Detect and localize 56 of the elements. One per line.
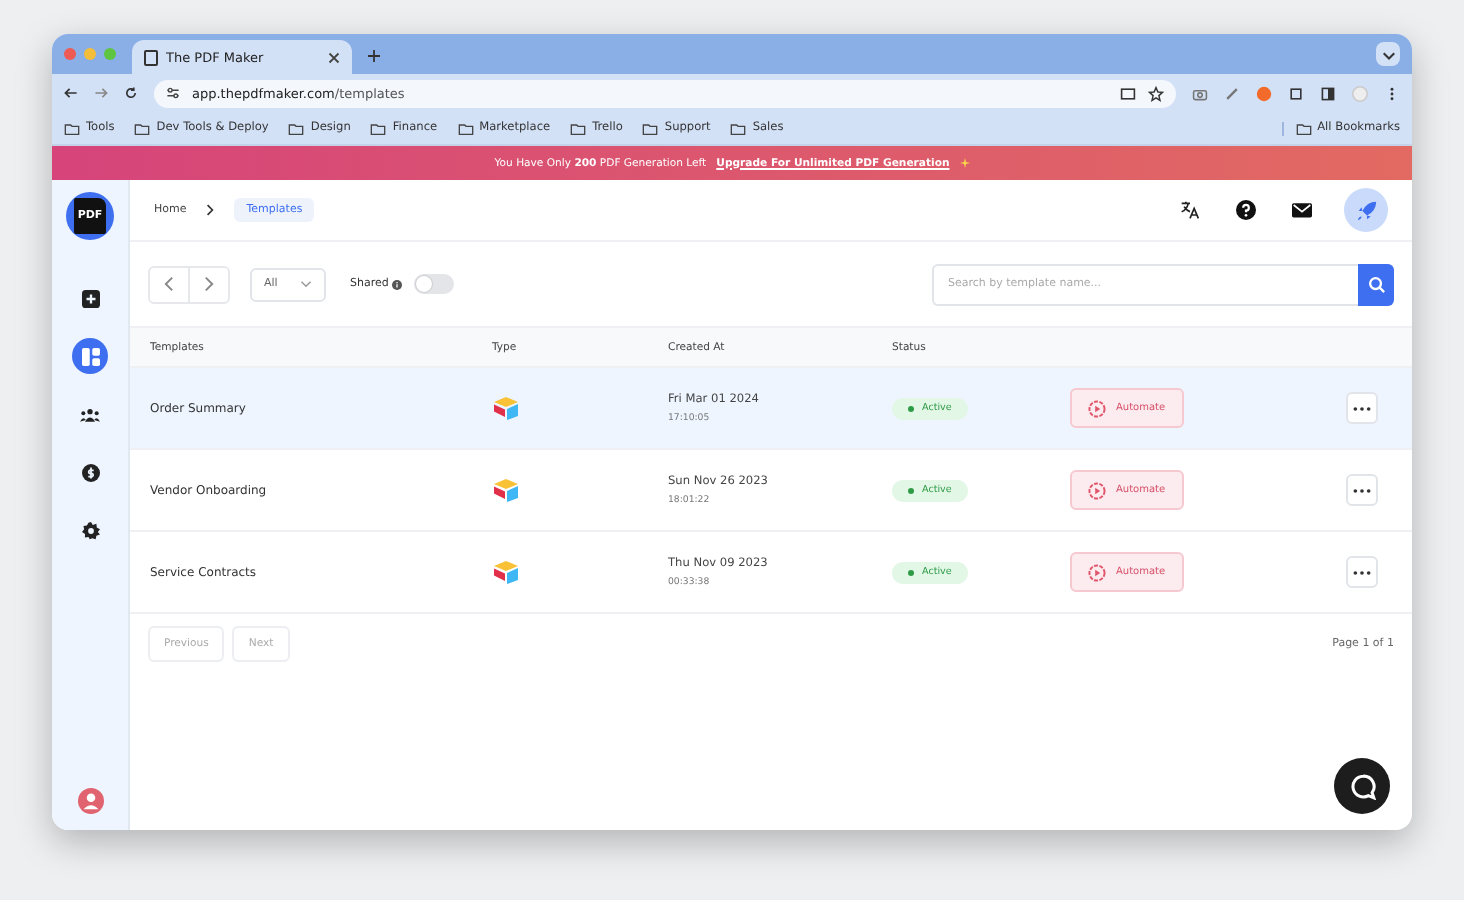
folder-icon <box>1295 121 1312 135</box>
back-icon[interactable] <box>64 86 78 100</box>
shared-toggle[interactable] <box>414 274 455 294</box>
chat-button[interactable] <box>1334 758 1390 814</box>
stacked-blocks-icon <box>492 478 520 502</box>
help-icon[interactable] <box>1236 200 1256 220</box>
folder-icon <box>570 121 587 135</box>
close-tab-icon[interactable] <box>328 51 340 63</box>
play-circle-icon <box>1088 563 1106 581</box>
people-icon <box>80 407 100 421</box>
folder-icon <box>370 121 387 135</box>
folder-icon <box>288 121 305 135</box>
translate-icon[interactable] <box>1180 200 1200 220</box>
stacked-blocks-icon <box>492 560 520 584</box>
ellipsis-icon <box>1352 487 1372 493</box>
camera-icon[interactable] <box>1192 85 1208 101</box>
tab-search-button[interactable] <box>1376 42 1400 66</box>
chevron-down-icon <box>300 278 312 290</box>
folder-icon <box>642 121 659 135</box>
sparkle-icon <box>959 158 970 168</box>
forward-icon[interactable] <box>94 86 108 100</box>
play-circle-icon <box>1088 481 1106 499</box>
pen-icon[interactable] <box>1224 85 1240 101</box>
side-panel-icon[interactable] <box>1320 85 1336 101</box>
search-button[interactable] <box>1358 263 1394 305</box>
settings-icon <box>81 521 99 539</box>
ellipsis-icon <box>1352 569 1372 575</box>
plus-square-icon <box>81 289 99 307</box>
new-tab-icon[interactable] <box>368 50 380 62</box>
folder-icon <box>64 121 80 135</box>
stacked-blocks-icon <box>492 396 520 420</box>
play-circle-icon <box>1088 399 1106 417</box>
grid-icon <box>81 347 99 365</box>
reload-icon[interactable] <box>124 86 138 100</box>
rocket-button[interactable] <box>1344 188 1388 232</box>
site-settings-icon[interactable] <box>166 86 180 100</box>
mail-icon[interactable] <box>1292 200 1312 220</box>
bookmark-star-icon[interactable] <box>1148 85 1164 101</box>
user-avatar-icon[interactable] <box>77 788 103 814</box>
ellipsis-icon <box>1352 405 1372 411</box>
info-icon <box>392 279 403 289</box>
more-options-button[interactable] <box>1346 474 1378 506</box>
folder-icon <box>134 121 151 135</box>
chevron-right-icon <box>206 204 215 216</box>
more-options-button[interactable] <box>1346 556 1378 588</box>
folder-icon <box>730 121 747 135</box>
search-icon <box>1367 275 1385 293</box>
rocket-icon <box>1355 199 1377 221</box>
chevron-right-icon <box>204 276 214 292</box>
speech-bubble-icon <box>1349 773 1375 799</box>
chevron-left-icon <box>164 276 174 292</box>
more-options-button[interactable] <box>1346 392 1378 424</box>
page-favicon-icon <box>144 49 158 65</box>
chevron-down-icon <box>1381 47 1395 61</box>
folder-icon <box>457 121 474 135</box>
dollar-icon <box>81 463 99 481</box>
